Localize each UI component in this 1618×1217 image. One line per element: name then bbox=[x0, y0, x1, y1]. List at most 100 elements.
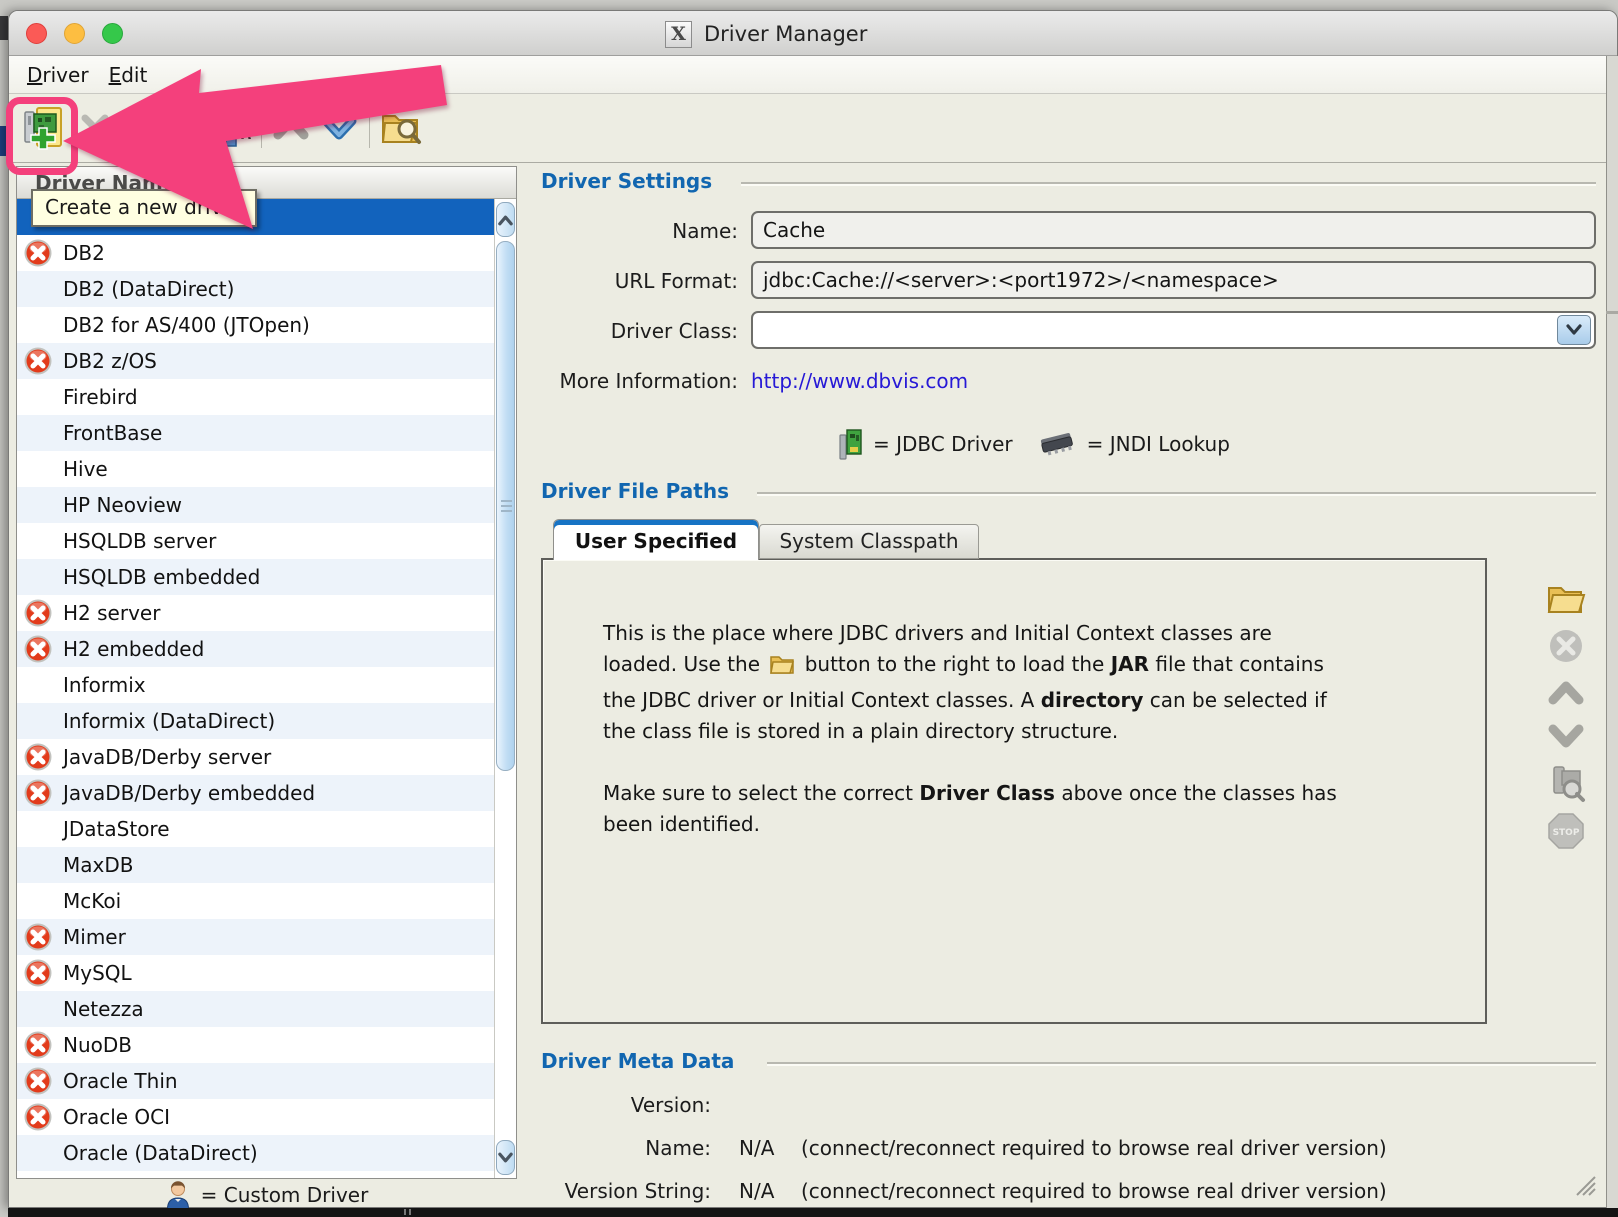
driver-error-icon bbox=[23, 778, 53, 808]
version-label: Version: bbox=[349, 1093, 711, 1117]
move-file-down-button[interactable] bbox=[1546, 716, 1586, 756]
driver-icon-placeholder bbox=[23, 418, 53, 448]
driver-row[interactable]: Hive bbox=[17, 451, 494, 487]
move-file-up-button[interactable] bbox=[1546, 673, 1586, 713]
driver-name: DB2 (DataDirect) bbox=[63, 277, 234, 301]
driver-class-label: Driver Class: bbox=[339, 319, 738, 343]
close-window-button[interactable] bbox=[26, 23, 47, 44]
minimize-window-button[interactable] bbox=[64, 23, 85, 44]
driver-name: JavaDB/Derby server bbox=[63, 745, 271, 769]
title-bar[interactable]: X Driver Manager bbox=[9, 11, 1617, 56]
window-bottom-edge bbox=[8, 1208, 1618, 1217]
driver-name: Mimer bbox=[63, 925, 126, 949]
driver-name: H2 embedded bbox=[63, 637, 204, 661]
driver-file-paths-title: Driver File Paths bbox=[541, 479, 729, 503]
window-right-border bbox=[1606, 56, 1618, 1209]
driver-error-icon bbox=[23, 598, 53, 628]
driver-name: H2 server bbox=[63, 601, 160, 625]
driver-error-icon bbox=[23, 1066, 53, 1096]
meta-name-label: Name: bbox=[349, 1136, 711, 1160]
url-format-label: URL Format: bbox=[339, 269, 738, 293]
tab-user-specified[interactable]: User Specified bbox=[553, 519, 759, 560]
driver-row[interactable]: McKoi bbox=[17, 883, 494, 919]
driver-class-combo[interactable] bbox=[751, 311, 1596, 349]
driver-name-field[interactable]: Cache bbox=[751, 211, 1596, 249]
tab-system-classpath[interactable]: System Classpath bbox=[759, 524, 979, 559]
icon-legend: = JDBC Driver = JNDI Lookup bbox=[837, 427, 1230, 461]
driver-settings-title: Driver Settings bbox=[541, 169, 712, 193]
chevron-up-icon bbox=[1547, 678, 1585, 708]
driver-row[interactable]: Informix (DataDirect) bbox=[17, 703, 494, 739]
driver-icon-placeholder bbox=[23, 706, 53, 736]
driver-row[interactable]: H2 server bbox=[17, 595, 494, 631]
driver-list-panel: Driver Name Cache DB2DB2 (DataDirect)DB2… bbox=[16, 166, 517, 1179]
driver-name: HSQLDB embedded bbox=[63, 565, 260, 589]
driver-icon-placeholder bbox=[23, 526, 53, 556]
driver-row[interactable]: HSQLDB embedded bbox=[17, 559, 494, 595]
driver-icon-placeholder bbox=[23, 562, 53, 592]
more-info-link[interactable]: http://www.dbvis.com bbox=[751, 369, 968, 393]
more-information-label: More Information: bbox=[339, 369, 738, 393]
driver-class-dropdown-button[interactable] bbox=[1557, 315, 1591, 345]
driver-row[interactable]: Mimer bbox=[17, 919, 494, 955]
zoom-window-button[interactable] bbox=[102, 23, 123, 44]
driver-row[interactable]: HSQLDB server bbox=[17, 523, 494, 559]
window-title: Driver Manager bbox=[704, 22, 867, 46]
driver-row[interactable]: NuoDB bbox=[17, 1027, 494, 1063]
stop-button[interactable]: STOP bbox=[1546, 811, 1586, 851]
version-string-label: Version String: bbox=[349, 1179, 711, 1203]
driver-row[interactable]: HP Neoview bbox=[17, 487, 494, 523]
driver-row[interactable]: MySQL bbox=[17, 955, 494, 991]
driver-icon-placeholder bbox=[23, 310, 53, 340]
driver-name: JavaDB/Derby embedded bbox=[63, 781, 315, 805]
resize-grip-icon[interactable] bbox=[1571, 1171, 1597, 1197]
background-window-fragment bbox=[0, 16, 8, 40]
driver-icon-placeholder bbox=[23, 850, 53, 880]
open-file-button[interactable] bbox=[1546, 579, 1586, 619]
driver-error-icon bbox=[23, 1030, 53, 1060]
driver-name: McKoi bbox=[63, 889, 121, 913]
driver-row[interactable]: H2 embedded bbox=[17, 631, 494, 667]
driver-error-icon bbox=[23, 922, 53, 952]
remove-circle-icon bbox=[1548, 628, 1584, 664]
window-bottom-handle bbox=[404, 1209, 406, 1215]
window-bottom-handle bbox=[409, 1209, 411, 1215]
driver-name: FrontBase bbox=[63, 421, 162, 445]
driver-error-icon bbox=[23, 742, 53, 772]
driver-row[interactable]: FrontBase bbox=[17, 415, 494, 451]
driver-name: NuoDB bbox=[63, 1033, 132, 1057]
find-driver-class-button[interactable] bbox=[1546, 763, 1586, 803]
section-rule bbox=[767, 1062, 1596, 1064]
chevron-down-icon bbox=[1565, 323, 1583, 337]
jdbc-legend-label: = JDBC Driver bbox=[873, 432, 1013, 456]
driver-row[interactable]: MaxDB bbox=[17, 847, 494, 883]
driver-name: JDataStore bbox=[63, 817, 170, 841]
file-paths-panel: This is the place where JDBC drivers and… bbox=[541, 558, 1487, 1024]
driver-meta-data-title: Driver Meta Data bbox=[541, 1049, 734, 1073]
driver-name: Oracle OCI bbox=[63, 1105, 170, 1129]
driver-row[interactable]: Informix bbox=[17, 667, 494, 703]
jdbc-driver-icon bbox=[837, 427, 863, 461]
driver-icon-placeholder bbox=[23, 382, 53, 412]
driver-row[interactable]: Netezza bbox=[17, 991, 494, 1027]
driver-error-icon bbox=[23, 346, 53, 376]
file-paths-description: This is the place where JDBC drivers and… bbox=[603, 618, 1433, 840]
driver-manager-window: X Driver Manager Driver Edit bbox=[8, 10, 1618, 1208]
remove-file-button[interactable] bbox=[1546, 626, 1586, 666]
driver-name: HSQLDB server bbox=[63, 529, 216, 553]
version-string-value: N/A bbox=[739, 1179, 774, 1203]
driver-name: Informix bbox=[63, 673, 146, 697]
x11-app-icon: X bbox=[665, 21, 692, 48]
driver-row[interactable]: JavaDB/Derby embedded bbox=[17, 775, 494, 811]
driver-error-icon bbox=[23, 958, 53, 988]
find-driver-class-icon bbox=[1546, 763, 1586, 803]
driver-name: Hive bbox=[63, 457, 108, 481]
driver-row[interactable]: JavaDB/Derby server bbox=[17, 739, 494, 775]
driver-list-scrollbar[interactable] bbox=[494, 199, 516, 1178]
driver-name: Informix (DataDirect) bbox=[63, 709, 275, 733]
driver-icon-placeholder bbox=[23, 814, 53, 844]
svg-text:STOP: STOP bbox=[1553, 828, 1580, 838]
driver-row[interactable]: JDataStore bbox=[17, 811, 494, 847]
url-format-field[interactable]: jdbc:Cache://<server>:<port1972>/<namesp… bbox=[751, 261, 1596, 299]
open-folder-icon bbox=[1546, 581, 1586, 617]
